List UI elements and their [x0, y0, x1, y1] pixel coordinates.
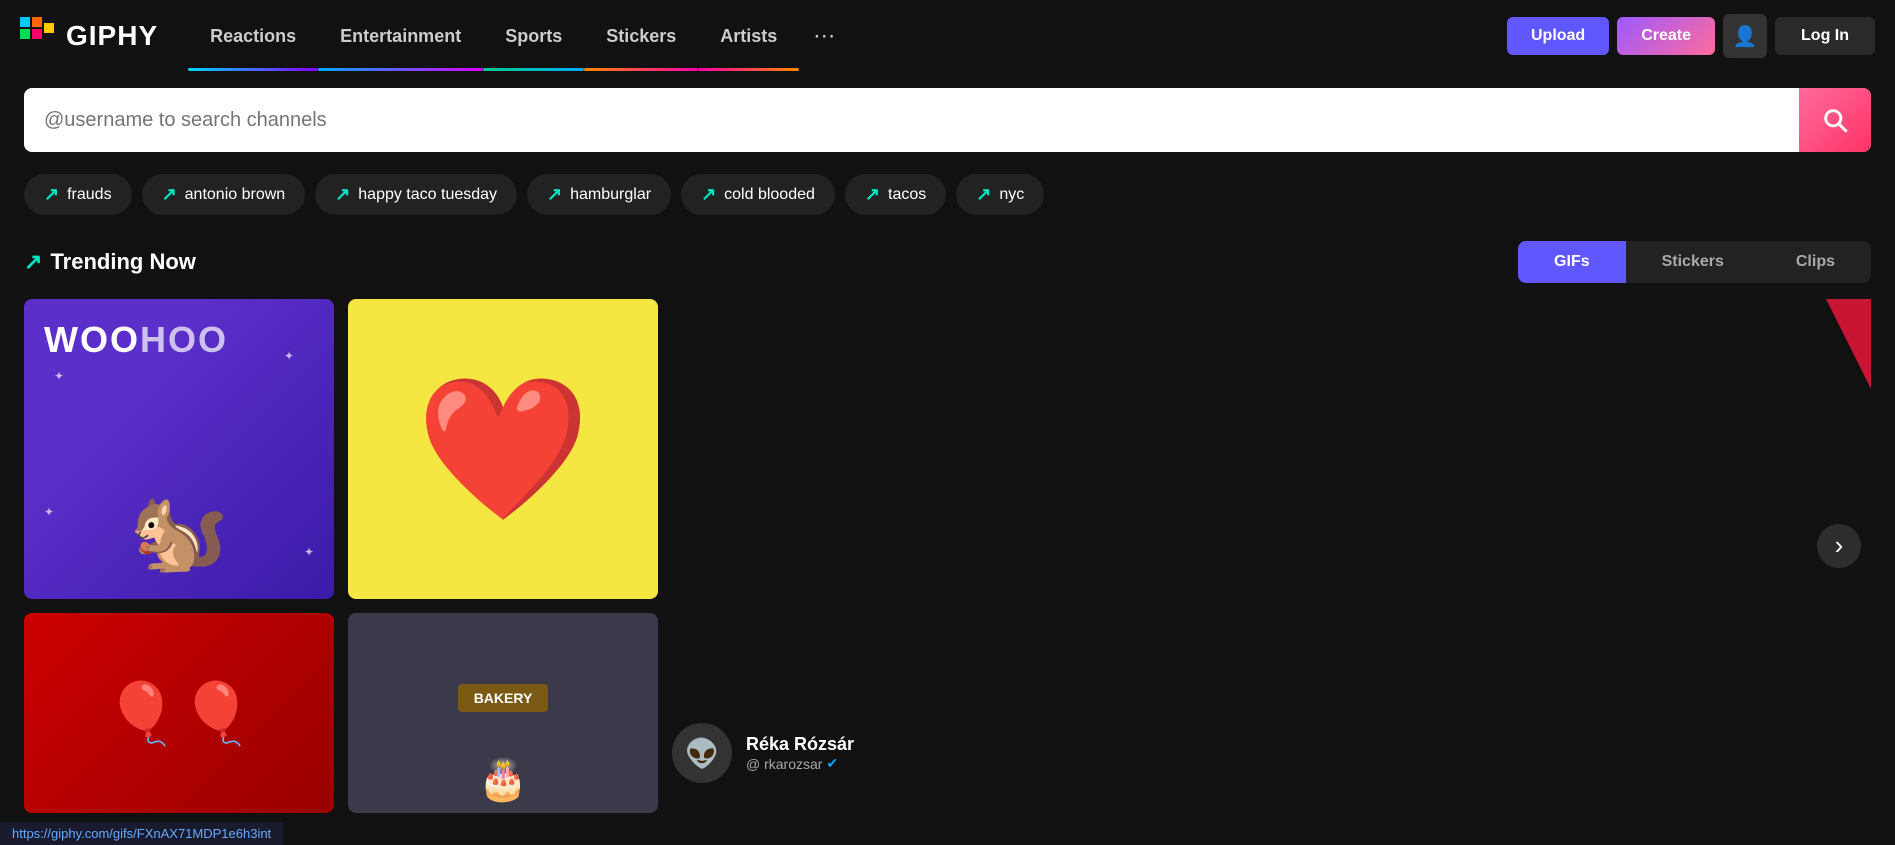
tag-label: tacos	[888, 186, 926, 204]
gif-woohoo[interactable]: WOOHOO ✦ ✦ ✦ ✦ 🐿️	[24, 299, 334, 599]
decorative-shape	[1781, 299, 1871, 394]
more-menu-button[interactable]: ⋯	[799, 23, 849, 49]
search-icon	[1821, 106, 1849, 134]
tag-frauds[interactable]: ↗ frauds	[24, 174, 132, 215]
trend-arrow-icon: ↗	[162, 184, 177, 205]
nav-artists[interactable]: Artists	[698, 26, 799, 47]
gif-balloon[interactable]: 🎈🎈	[24, 613, 334, 813]
tab-gifs[interactable]: GIFs	[1518, 241, 1626, 283]
tab-stickers[interactable]: Stickers	[1626, 241, 1760, 283]
trend-arrow-icon: ↗	[701, 184, 716, 205]
status-url: https://giphy.com/gifs/FXnAX71MDP1e6h3in…	[12, 826, 271, 841]
upload-button[interactable]: Upload	[1507, 17, 1609, 55]
trending-title: ↗ Trending Now	[24, 249, 196, 275]
tag-label: nyc	[999, 186, 1024, 204]
squirrel-graphic: 🐿️	[129, 485, 229, 579]
star-decoration: ✦	[284, 349, 294, 363]
user-menu-button[interactable]: 👤	[1723, 14, 1767, 58]
gif-column-1: WOOHOO ✦ ✦ ✦ ✦ 🐿️ 🎈🎈	[24, 299, 334, 813]
main-header: GIPHY Reactions Entertainment Sports Sti…	[0, 0, 1895, 72]
trend-arrow-icon: ↗	[976, 184, 991, 205]
search-button[interactable]	[1799, 88, 1871, 152]
trending-section: ↗ Trending Now GIFs Stickers Clips	[0, 231, 1895, 283]
nav-entertainment[interactable]: Entertainment	[318, 26, 483, 47]
woohoo-text: WOOHOO	[44, 319, 228, 361]
tag-label: hamburglar	[570, 186, 651, 204]
trending-arrow-icon: ↗	[24, 249, 42, 275]
tag-label: happy taco tuesday	[358, 186, 497, 204]
trending-title-text: Trending Now	[50, 249, 195, 275]
content-type-tabs: GIFs Stickers Clips	[1518, 241, 1871, 283]
tag-label: frauds	[67, 186, 111, 204]
tag-antonio-brown[interactable]: ↗ antonio brown	[142, 174, 306, 215]
star-decoration: ✦	[44, 505, 54, 519]
main-nav: Reactions Entertainment Sports Stickers …	[188, 23, 1497, 49]
gif-bakery[interactable]: BAKERY 🎂	[348, 613, 658, 813]
nav-reactions[interactable]: Reactions	[188, 26, 318, 47]
logo-icon	[20, 17, 58, 55]
logo[interactable]: GIPHY	[20, 17, 158, 55]
create-button[interactable]: Create	[1617, 17, 1715, 55]
star-decoration: ✦	[54, 369, 64, 383]
tag-happy-taco-tuesday[interactable]: ↗ happy taco tuesday	[315, 174, 517, 215]
tag-tacos[interactable]: ↗ tacos	[845, 174, 946, 215]
gif-heart[interactable]: ❤️	[348, 299, 658, 599]
logo-text: GIPHY	[66, 20, 158, 52]
tag-hamburglar[interactable]: ↗ hamburglar	[527, 174, 671, 215]
user-icon: 👤	[1733, 24, 1758, 49]
nav-stickers[interactable]: Stickers	[584, 26, 698, 47]
nav-sports[interactable]: Sports	[483, 26, 584, 47]
heart-graphic: ❤️	[416, 379, 590, 519]
bakery-sign: BAKERY	[458, 684, 549, 712]
search-bar	[24, 88, 1871, 152]
gif-column-2: ❤️ BAKERY 🎂	[348, 299, 658, 813]
trending-header: ↗ Trending Now GIFs Stickers Clips	[24, 241, 1871, 283]
verified-badge-icon: ✔	[826, 755, 838, 772]
gif-grid: WOOHOO ✦ ✦ ✦ ✦ 🐿️ 🎈🎈 ❤️ BAKERY 🎂	[0, 299, 1895, 813]
bakery-cake: 🎂	[478, 756, 528, 803]
user-info: Réka Rózsár @ rkarozsar ✔	[746, 734, 854, 772]
status-bar: https://giphy.com/gifs/FXnAX71MDP1e6h3in…	[0, 822, 283, 845]
header-actions: Upload Create 👤 Log In	[1507, 14, 1875, 58]
search-section	[0, 72, 1895, 164]
user-card: 👽 Réka Rózsár @ rkarozsar ✔	[672, 723, 854, 783]
user-handle: @ rkarozsar ✔	[746, 755, 854, 772]
trend-arrow-icon: ↗	[865, 184, 880, 205]
star-decoration: ✦	[304, 545, 314, 559]
tag-label: antonio brown	[185, 186, 286, 204]
trend-arrow-icon: ↗	[44, 184, 59, 205]
user-name: Réka Rózsár	[746, 734, 854, 755]
next-arrow-button[interactable]: ›	[1817, 524, 1861, 568]
tag-cold-blooded[interactable]: ↗ cold blooded	[681, 174, 835, 215]
trend-arrow-icon: ↗	[547, 184, 562, 205]
login-button[interactable]: Log In	[1775, 17, 1875, 55]
avatar: 👽	[672, 723, 732, 783]
search-input[interactable]	[24, 88, 1799, 152]
tab-clips[interactable]: Clips	[1760, 241, 1871, 283]
trend-arrow-icon: ↗	[335, 184, 350, 205]
tag-nyc[interactable]: ↗ nyc	[956, 174, 1044, 215]
tag-label: cold blooded	[724, 186, 815, 204]
right-col: › 👽 Réka Rózsár @ rkarozsar ✔	[672, 299, 1871, 813]
trending-tags: ↗ frauds ↗ antonio brown ↗ happy taco tu…	[0, 164, 1895, 231]
